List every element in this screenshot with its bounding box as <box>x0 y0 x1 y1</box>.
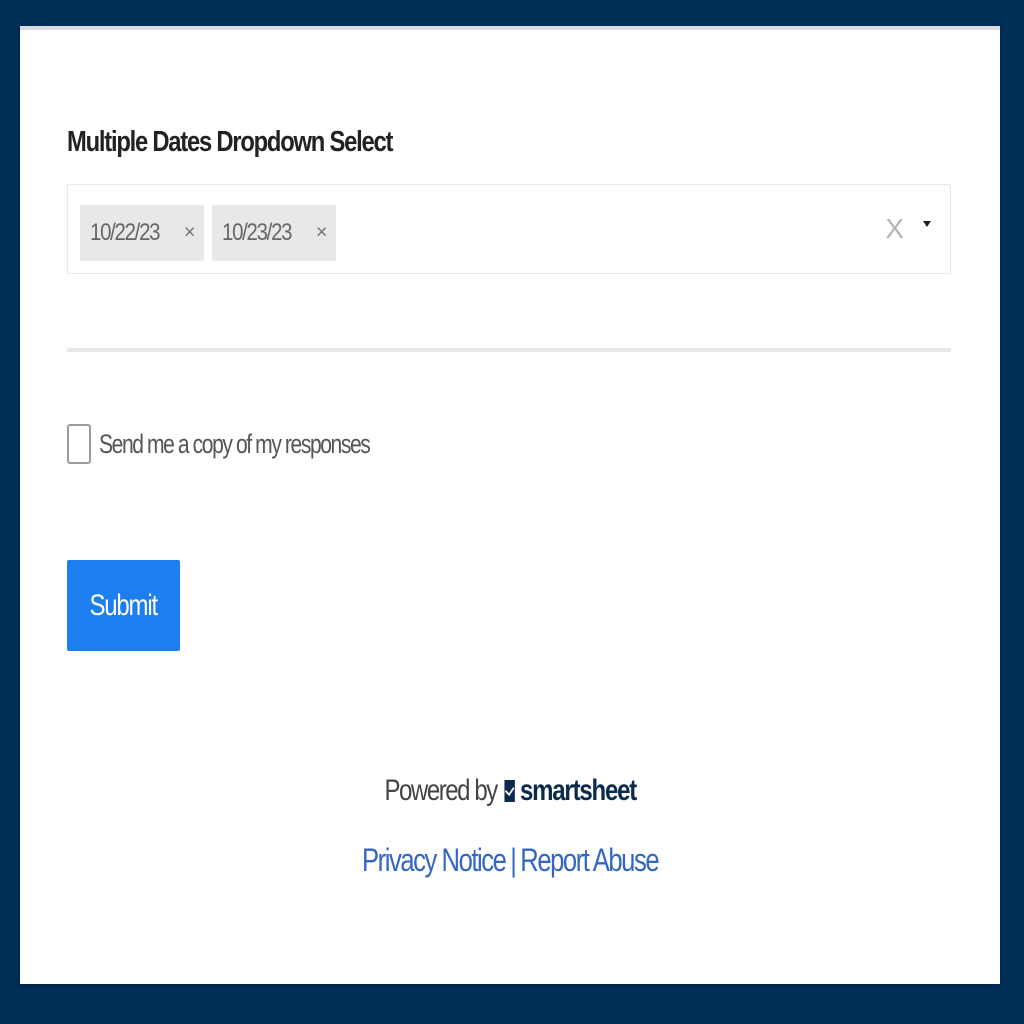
field-label: Multiple Dates Dropdown Select <box>67 126 393 158</box>
submit-button[interactable]: Submit <box>67 560 180 651</box>
card-top-border <box>20 26 1000 30</box>
caret-down-icon[interactable] <box>923 221 931 227</box>
submit-button-label: Submit <box>89 588 159 622</box>
smartsheet-logo-icon <box>504 780 515 802</box>
report-abuse-link[interactable]: Report Abuse <box>520 842 659 878</box>
remove-chip-icon[interactable]: × <box>316 222 328 245</box>
multiple-dates-dropdown[interactable]: 10/22/23 × 10/23/23 × X <box>67 184 951 274</box>
send-copy-row: Send me a copy of my responses <box>67 422 446 466</box>
send-copy-checkbox[interactable] <box>67 424 91 464</box>
smartsheet-logo-text: smartsheet <box>519 774 637 807</box>
section-divider <box>67 348 951 352</box>
form-card: Multiple Dates Dropdown Select 10/22/23 … <box>20 26 1000 984</box>
clear-selection-icon[interactable]: X <box>885 213 904 245</box>
send-copy-label[interactable]: Send me a copy of my responses <box>99 429 371 460</box>
footer-separator: | <box>510 842 517 878</box>
footer-links: Privacy Notice | Report Abuse <box>20 842 1000 879</box>
selected-date-chip: 10/22/23 × <box>80 205 204 261</box>
powered-by-text: Powered by <box>384 774 498 807</box>
chip-label: 10/22/23 <box>90 219 160 246</box>
privacy-notice-link[interactable]: Privacy Notice <box>362 842 507 878</box>
powered-by: Powered by smartsheet <box>20 774 1000 808</box>
selected-date-chip: 10/23/23 × <box>212 205 336 261</box>
chip-label: 10/23/23 <box>222 219 292 246</box>
remove-chip-icon[interactable]: × <box>184 222 196 245</box>
